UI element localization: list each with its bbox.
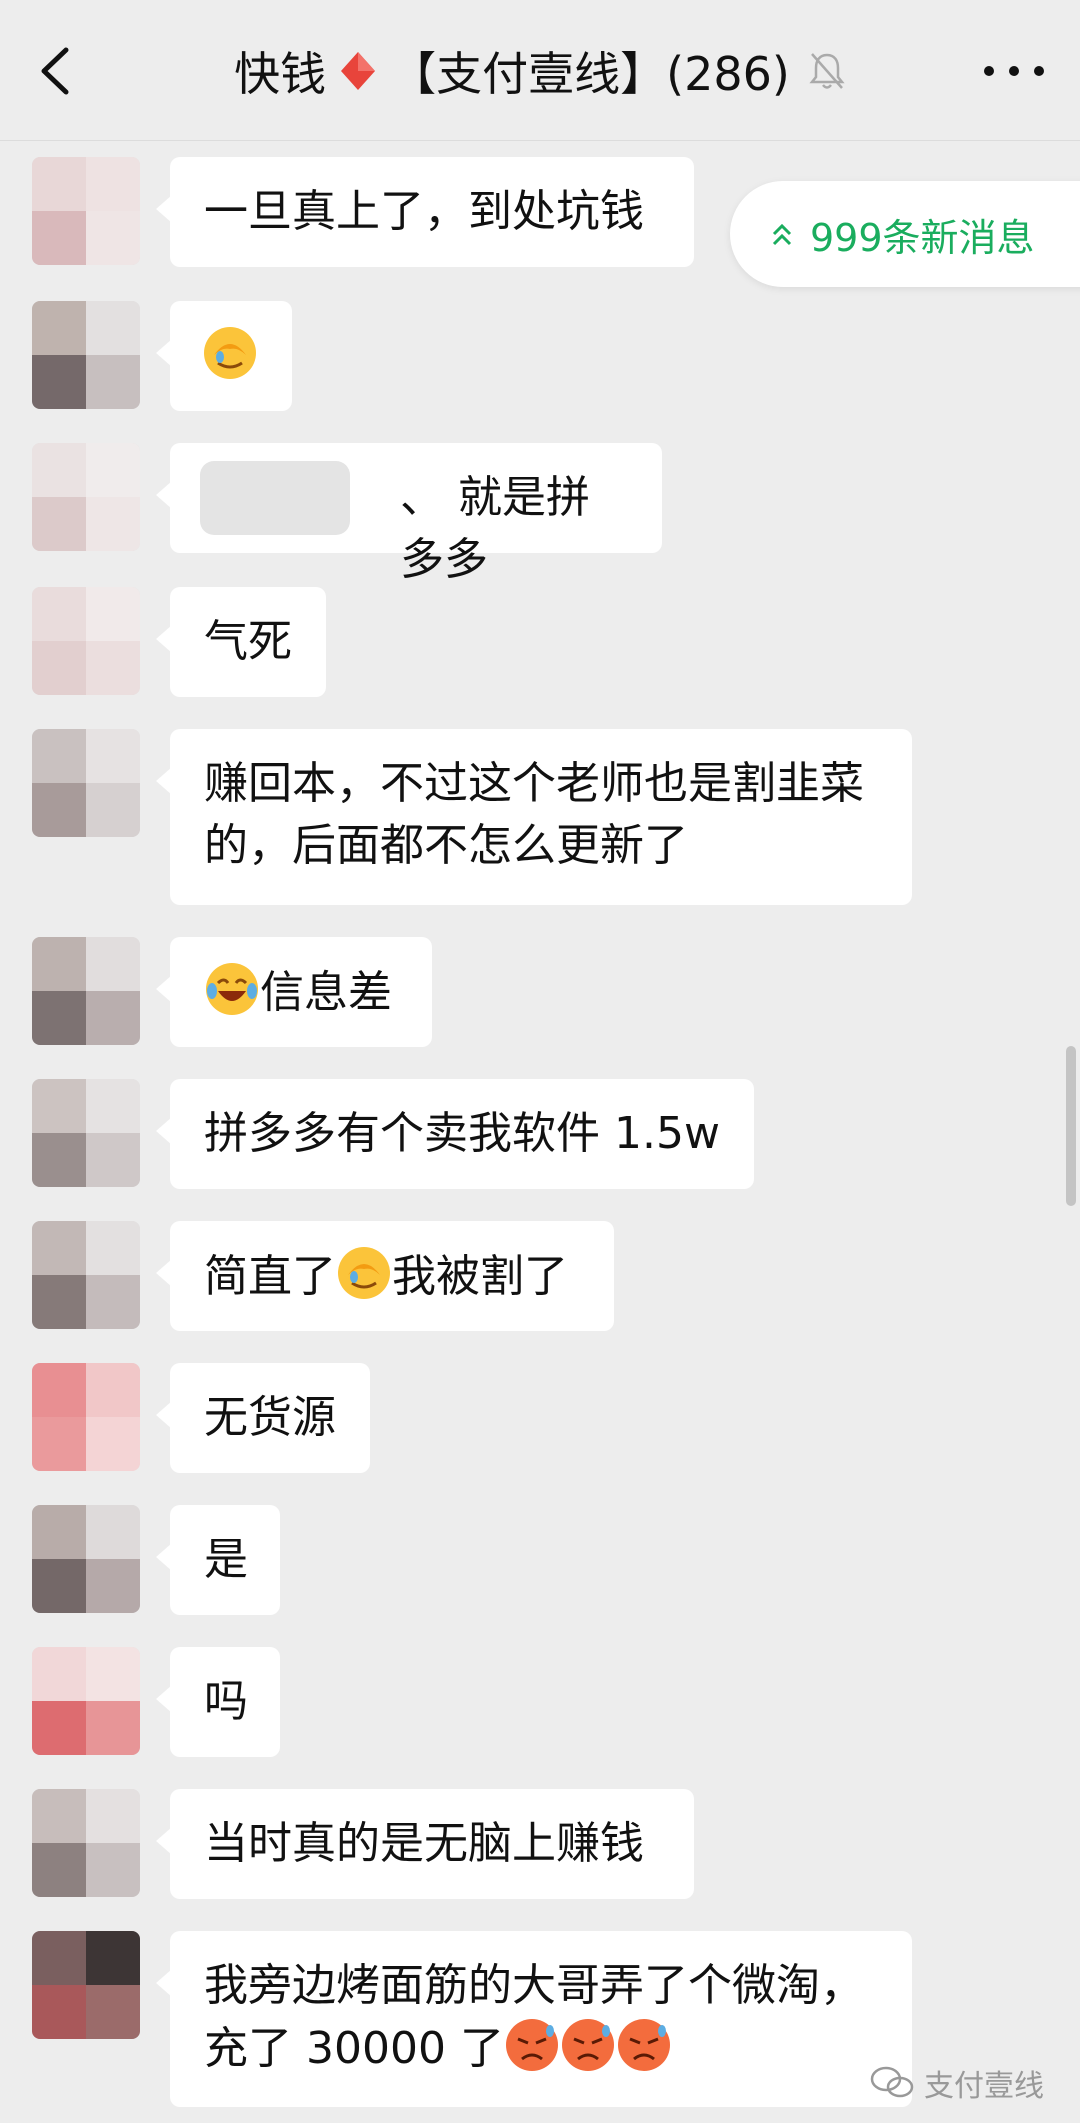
message-bubble[interactable]: 气死 — [156, 587, 326, 697]
avatar[interactable] — [32, 1647, 140, 1755]
message-bubble[interactable]: 我旁边烤面筋的大哥弄了个微淘， 充了 30000 了 — [156, 1931, 912, 2107]
avatar[interactable] — [32, 1789, 140, 1897]
back-arrow-icon[interactable] — [36, 46, 76, 96]
double-chevron-up-icon — [772, 223, 792, 246]
message-text-line-with-emoji: 充了 30000 了 — [204, 2017, 878, 2080]
facepalm-emoji-icon — [204, 327, 256, 379]
message-text: 、 就是拼多多 — [400, 472, 590, 585]
message-bubble[interactable]: 是 — [156, 1505, 280, 1615]
mute-bell-icon — [809, 53, 845, 89]
message-text-line: 我旁边烤面筋的大哥弄了个微淘， — [204, 1960, 864, 2011]
message-text: 信息差 — [260, 967, 392, 1018]
message-text-line: 充了 30000 了 — [204, 2023, 504, 2074]
red-diamond-icon — [341, 52, 376, 90]
avatar[interactable] — [32, 1079, 140, 1187]
avatar[interactable] — [32, 1363, 140, 1471]
chat-title: 快钱 【支付壹线】(286) — [150, 36, 930, 106]
chat-header: 快钱 【支付壹线】(286) — [0, 0, 1080, 141]
wechat-logo-icon — [870, 2066, 914, 2098]
angry-sweat-emoji-icon — [505, 2019, 558, 2071]
message-text: 拼多多有个卖我软件 1.5w — [204, 1108, 720, 1159]
scrollbar[interactable] — [1066, 1046, 1076, 1206]
avatar[interactable] — [32, 301, 140, 409]
message-text-before: 简直了 — [204, 1251, 336, 1302]
message-bubble[interactable]: 赚回本，不过这个老师也是割韭菜 的，后面都不怎么更新了 — [156, 729, 912, 905]
angry-sweat-emoji-icon — [617, 2019, 670, 2071]
new-messages-button[interactable]: 999条新消息 — [730, 181, 1080, 287]
more-options-icon[interactable] — [984, 58, 1044, 84]
message-bubble[interactable]: 当时真的是无脑上赚钱 — [156, 1789, 694, 1899]
tears-of-joy-emoji-icon — [206, 963, 258, 1015]
message-bubble[interactable]: 吗 — [156, 1647, 280, 1757]
avatar[interactable] — [32, 1505, 140, 1613]
title-left: 快钱 — [234, 47, 327, 101]
message-text: 吗 — [204, 1676, 248, 1727]
avatar[interactable] — [32, 157, 140, 265]
message-bubble[interactable]: 拼多多有个卖我软件 1.5w — [156, 1079, 754, 1189]
facepalm-emoji-icon — [338, 1247, 390, 1299]
message-text: 气死 — [204, 616, 292, 667]
chat-message-list[interactable]: 一旦真上了，到处坑钱 、 就是拼多多 气死 赚回本，不过这个老师也是割韭菜 的，… — [0, 141, 1080, 2123]
avatar[interactable] — [32, 937, 140, 1045]
avatar[interactable] — [32, 443, 140, 551]
message-text-line: 的，后面都不怎么更新了 — [204, 820, 688, 871]
watermark-label: 支付壹线 — [924, 2069, 1044, 2104]
title-right: 【支付壹线】(286) — [390, 47, 790, 101]
message-bubble[interactable]: 信息差 — [156, 937, 432, 1047]
angry-sweat-emoji-icon — [561, 2019, 614, 2071]
message-text: 是 — [204, 1534, 248, 1585]
watermark: 支付壹线 — [870, 2061, 1044, 2105]
message-text-after: 我被割了 — [392, 1251, 568, 1302]
avatar[interactable] — [32, 587, 140, 695]
message-bubble[interactable]: 简直了 我被割了 — [156, 1221, 614, 1331]
message-text: 当时真的是无脑上赚钱 — [204, 1818, 644, 1869]
new-messages-label: 999条新消息 — [810, 215, 1035, 260]
message-bubble[interactable] — [156, 301, 292, 411]
message-text: 无货源 — [204, 1392, 336, 1443]
avatar[interactable] — [32, 1221, 140, 1329]
message-text-line: 赚回本，不过这个老师也是割韭菜 — [204, 758, 864, 809]
avatar[interactable] — [32, 1931, 140, 2039]
message-text: 一旦真上了，到处坑钱 — [204, 186, 644, 237]
message-bubble[interactable]: 无货源 — [156, 1363, 370, 1473]
blurred-text — [200, 461, 350, 535]
message-bubble[interactable]: 、 就是拼多多 — [156, 443, 662, 585]
avatar[interactable] — [32, 729, 140, 837]
message-bubble[interactable]: 一旦真上了，到处坑钱 — [156, 157, 694, 267]
